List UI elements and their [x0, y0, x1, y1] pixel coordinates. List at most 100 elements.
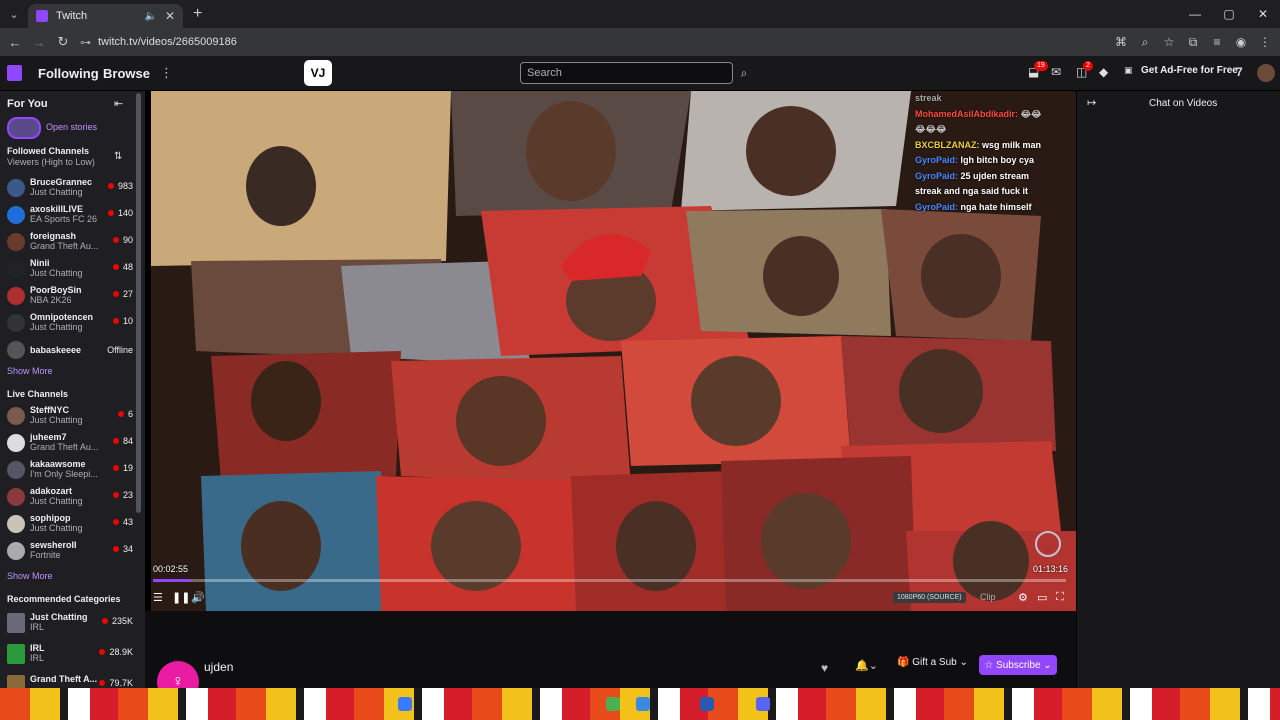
browse-link[interactable]: Browse: [103, 66, 150, 81]
media-icon[interactable]: ≡: [1210, 35, 1224, 49]
reload-icon[interactable]: ↻: [51, 28, 75, 56]
followed-channel-item[interactable]: BruceGrannec Just Chatting 983: [7, 176, 133, 200]
followed-channel-item[interactable]: Omnipotencen Just Chatting 10: [7, 311, 133, 335]
extension-button[interactable]: VJ: [304, 60, 332, 86]
followed-channel-category: EA Sports FC 26: [30, 214, 98, 224]
live-channel-item[interactable]: adakozart Just Chatting 23: [7, 485, 133, 509]
taskbar-app-icon[interactable]: [398, 697, 412, 711]
address-bar: ← → ↻ ⊶ twitch.tv/videos/2665009186 ⌘ ⌕ …: [0, 28, 1280, 56]
speaker-icon[interactable]: 🔈: [144, 11, 156, 22]
stories-avatar[interactable]: [7, 117, 41, 139]
live-channel-item[interactable]: sophipop Just Chatting 43: [7, 512, 133, 536]
followed-channel-category: Just Chatting: [30, 268, 83, 278]
back-icon[interactable]: ←: [3, 28, 27, 56]
chat-header: Chat on Videos: [1149, 98, 1218, 109]
twitch-favicon-icon: [36, 10, 48, 22]
tab-close-icon[interactable]: ✕: [165, 9, 175, 23]
chat-message: wsg milk man: [982, 139, 1042, 150]
settings-gear-icon[interactable]: ⚙: [1018, 591, 1028, 604]
pause-icon[interactable]: ❚❚: [172, 591, 190, 604]
search-icon[interactable]: ⌕: [734, 62, 754, 84]
whispers-icon[interactable]: ✉: [1051, 65, 1061, 79]
chapters-icon[interactable]: ☰: [153, 591, 163, 604]
twitch-logo-icon[interactable]: [7, 65, 22, 81]
chat-overlay-line: BXCBLZANAZ: wsg milk man: [915, 138, 1075, 154]
live-channel-item[interactable]: juheem7 Grand Theft Au... 84: [7, 431, 133, 455]
tab-search-icon[interactable]: ⌄: [0, 0, 28, 28]
open-stories-link[interactable]: Open stories: [46, 122, 97, 132]
chrome-icon[interactable]: [606, 697, 620, 711]
forward-icon[interactable]: →: [27, 28, 51, 56]
gift-a-sub-button[interactable]: 🎁 Gift a Sub ⌄: [897, 657, 968, 668]
followed-channel-avatar: [7, 206, 25, 224]
url-field[interactable]: ⊶ twitch.tv/videos/2665009186: [80, 31, 1090, 53]
followed-channel-item[interactable]: PoorBoySin NBA 2K26 27: [7, 284, 133, 308]
followed-channel-item[interactable]: foreignash Grand Theft Au... 90: [7, 230, 133, 254]
user-avatar[interactable]: [1257, 64, 1275, 82]
translate-icon[interactable]: ⌘: [1114, 35, 1128, 49]
minimize-button[interactable]: —: [1178, 0, 1212, 28]
followed-channel-name: Omnipotencen: [30, 312, 94, 322]
live-dot-icon: [107, 210, 114, 216]
bookmark-star-icon[interactable]: ☆: [1162, 35, 1176, 49]
show-more-live[interactable]: Show More: [7, 571, 53, 581]
maximize-button[interactable]: ▢: [1212, 0, 1246, 28]
followed-channel-name: axoskillLIVE: [30, 204, 84, 214]
chat-message: 😂😂😂: [915, 124, 947, 134]
notification-bell-icon[interactable]: 🔔⌄: [855, 659, 878, 672]
chat-message: 25 ujden stream: [960, 170, 1030, 181]
close-window-button[interactable]: ✕: [1246, 0, 1280, 28]
site-info-icon[interactable]: ⊶: [80, 36, 98, 49]
live-channel-viewers: 19: [112, 463, 133, 473]
category-name: Grand Theft A...: [30, 674, 98, 684]
followed-channel-item[interactable]: Ninii Just Chatting 48: [7, 257, 133, 281]
followed-channel-item[interactable]: babaskeeee Offline: [7, 338, 133, 362]
category-avatar: [7, 644, 25, 664]
followed-channel-category: Just Chatting: [30, 322, 83, 332]
tab-twitch[interactable]: Twitch 🔈 ✕: [28, 4, 183, 28]
chat-overlay-line: streak: [915, 91, 1075, 107]
live-channel-category: Fortnite: [30, 550, 61, 560]
volume-icon[interactable]: 🔊: [191, 591, 205, 604]
show-more-followed[interactable]: Show More: [7, 366, 53, 376]
extensions-icon[interactable]: ⧉: [1186, 35, 1200, 50]
browser-menu-icon[interactable]: ⋮: [1258, 35, 1272, 49]
clip-button[interactable]: Clip: [980, 592, 996, 602]
streamer-name[interactable]: ujden: [204, 660, 233, 674]
new-tab-button[interactable]: +: [193, 5, 202, 23]
fullscreen-icon[interactable]: ⛶: [1056, 591, 1064, 604]
profile-icon[interactable]: ◉: [1234, 35, 1248, 49]
video-player[interactable]: streak MohamedAsilAbdikadir: 😂😂 😂😂😂 BXCBLZA…: [145, 91, 1076, 611]
ad-free-button[interactable]: Get Ad-Free for Free: [1141, 65, 1238, 76]
collapse-sidebar-icon[interactable]: ⇤: [114, 97, 123, 110]
subscribe-button[interactable]: ☆ Subscribe ⌄: [979, 655, 1057, 675]
category-item[interactable]: Just Chatting IRL 235K: [7, 611, 133, 635]
category-viewers: 235K: [101, 616, 133, 626]
followed-channel-name: babaskeeee: [30, 345, 82, 355]
sidebar-scrollbar[interactable]: [136, 93, 141, 513]
live-channel-item[interactable]: kakaawsome I'm Only Sleepi... 19: [7, 458, 133, 482]
zoom-icon[interactable]: ⌕: [1138, 35, 1152, 50]
live-channel-item[interactable]: SteffNYC Just Chatting 6: [7, 404, 133, 428]
live-channel-viewers: 84: [112, 436, 133, 446]
7tv-icon[interactable]: 7: [1236, 65, 1243, 79]
follow-heart-icon[interactable]: ♥: [821, 661, 828, 675]
followed-channel-item[interactable]: axoskillLIVE EA Sports FC 26 140: [7, 203, 133, 227]
taskbar-app-icon[interactable]: [636, 697, 650, 711]
category-name: IRL: [30, 643, 45, 653]
seek-bar[interactable]: [153, 579, 1066, 582]
url-text: twitch.tv/videos/2665009186: [98, 36, 237, 48]
expand-chat-icon[interactable]: ↦: [1087, 96, 1096, 109]
more-menu-icon[interactable]: ⋮: [160, 65, 173, 81]
followed-channel-avatar: [7, 260, 25, 278]
live-channel-item[interactable]: sewsheroII Fortnite 34: [7, 539, 133, 563]
following-link[interactable]: Following: [38, 66, 99, 81]
search-input[interactable]: Search: [520, 62, 733, 84]
taskbar-app-icon[interactable]: [700, 697, 714, 711]
bits-icon[interactable]: ◆: [1099, 65, 1108, 79]
crown-icon: ▣: [1124, 65, 1133, 75]
theatre-mode-icon[interactable]: ▭: [1037, 591, 1047, 604]
category-item[interactable]: IRL IRL 28.9K: [7, 642, 133, 666]
sort-icon[interactable]: ⇅: [114, 151, 122, 162]
discord-icon[interactable]: [756, 697, 770, 711]
